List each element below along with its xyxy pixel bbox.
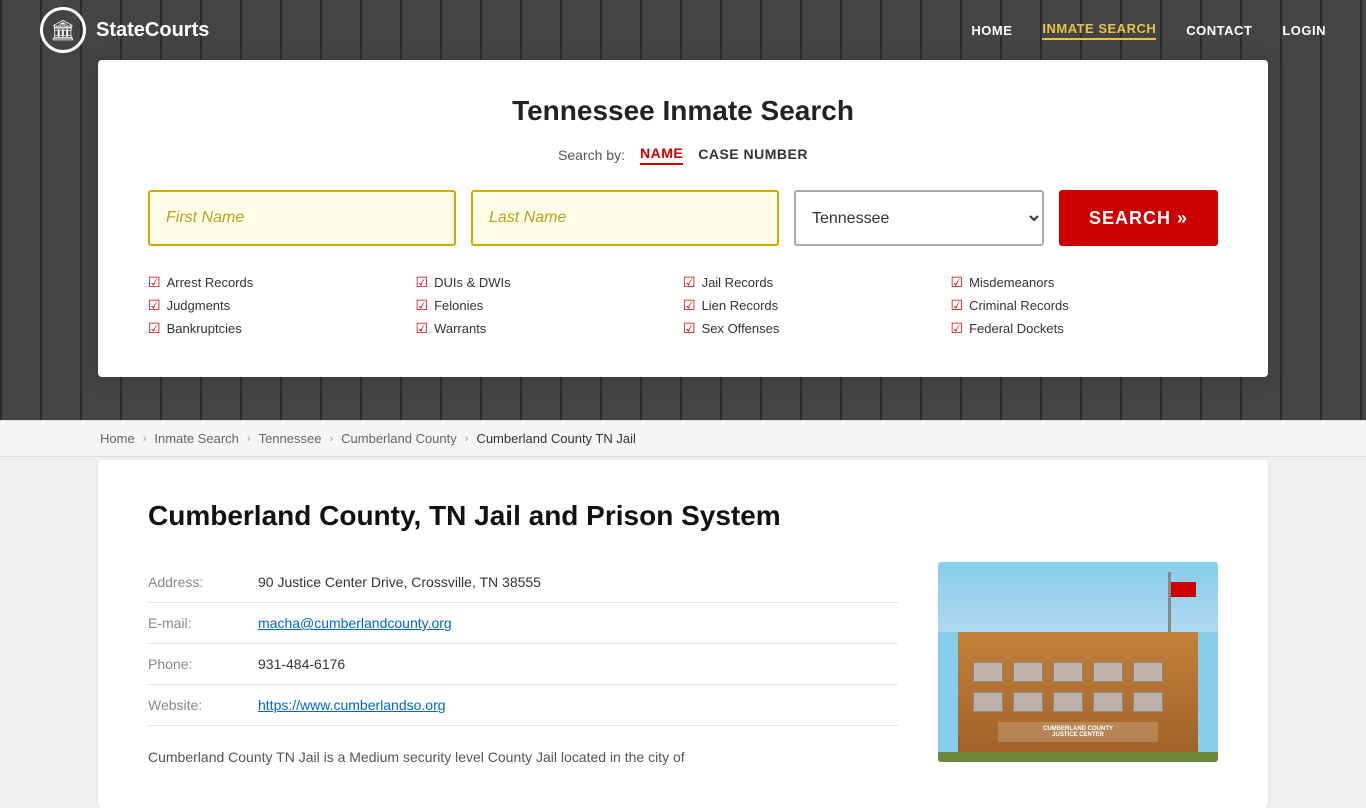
description-text: Cumberland County TN Jail is a Medium se… (148, 746, 898, 768)
breadcrumb-current: Cumberland County TN Jail (476, 431, 635, 446)
breadcrumb-sep-4: › (465, 433, 469, 445)
check-icon: ☑ (416, 274, 429, 291)
search-button[interactable]: SEARCH » (1059, 190, 1218, 246)
phone-label: Phone: (148, 656, 238, 672)
first-name-input[interactable] (148, 190, 456, 246)
breadcrumb-inmate-search[interactable]: Inmate Search (154, 431, 239, 446)
check-label: Criminal Records (969, 298, 1069, 313)
email-label: E-mail: (148, 615, 238, 631)
breadcrumb-sep-1: › (143, 433, 147, 445)
check-label: Felonies (434, 298, 483, 313)
nav-login[interactable]: LOGIN (1282, 23, 1326, 38)
check-label: Warrants (434, 321, 486, 336)
info-website: Website: https://www.cumberlandso.org (148, 685, 898, 726)
tab-case-number[interactable]: CASE NUMBER (698, 146, 808, 164)
check-label: Judgments (167, 298, 231, 313)
info-address: Address: 90 Justice Center Drive, Crossv… (148, 562, 898, 603)
check-criminal-records: ☑ Criminal Records (951, 297, 1219, 314)
check-label: Jail Records (702, 275, 774, 290)
email-link[interactable]: macha@cumberlandcounty.org (258, 615, 452, 631)
breadcrumb-home[interactable]: Home (100, 431, 135, 446)
check-label: Sex Offenses (702, 321, 780, 336)
check-icon: ☑ (148, 274, 161, 291)
nav-home[interactable]: HOME (971, 23, 1012, 38)
checkboxes-grid: ☑ Arrest Records ☑ DUIs & DWIs ☑ Jail Re… (148, 274, 1218, 337)
tab-name[interactable]: NAME (640, 145, 683, 165)
breadcrumb-tennessee[interactable]: Tennessee (259, 431, 322, 446)
site-name: StateCourts (96, 19, 209, 42)
check-label: Arrest Records (167, 275, 254, 290)
website-link[interactable]: https://www.cumberlandso.org (258, 697, 446, 713)
logo-icon: 🏛 (40, 7, 86, 53)
jail-image: CUMBERLAND COUNTYJUSTICE CENTER (938, 562, 1218, 762)
check-misdemeanors: ☑ Misdemeanors (951, 274, 1219, 291)
breadcrumb: Home › Inmate Search › Tennessee › Cumbe… (0, 420, 1366, 457)
check-icon: ☑ (951, 320, 964, 337)
check-icon: ☑ (148, 320, 161, 337)
content-body: Address: 90 Justice Center Drive, Crossv… (148, 562, 1218, 768)
nav-contact[interactable]: CONTACT (1186, 23, 1252, 38)
website-label: Website: (148, 697, 238, 713)
site-header: 🏛 StateCourts HOME INMATE SEARCH CONTACT… (0, 0, 1366, 60)
check-duis: ☑ DUIs & DWIs (416, 274, 684, 291)
check-felonies: ☑ Felonies (416, 297, 684, 314)
state-select[interactable]: Tennessee Alabama Alaska Arizona Califor… (794, 190, 1044, 246)
check-judgments: ☑ Judgments (148, 297, 416, 314)
check-label: Bankruptcies (167, 321, 242, 336)
check-label: Federal Dockets (969, 321, 1064, 336)
check-federal-dockets: ☑ Federal Dockets (951, 320, 1219, 337)
search-card: Tennessee Inmate Search Search by: NAME … (98, 60, 1268, 377)
info-phone: Phone: 931-484-6176 (148, 644, 898, 685)
search-inputs-row: Tennessee Alabama Alaska Arizona Califor… (148, 190, 1218, 246)
logo[interactable]: 🏛 StateCourts (40, 7, 209, 53)
check-icon: ☑ (148, 297, 161, 314)
check-lien-records: ☑ Lien Records (683, 297, 951, 314)
check-warrants: ☑ Warrants (416, 320, 684, 337)
content-title: Cumberland County, TN Jail and Prison Sy… (148, 500, 1218, 532)
last-name-input[interactable] (471, 190, 779, 246)
breadcrumb-cumberland-county[interactable]: Cumberland County (341, 431, 457, 446)
check-jail-records: ☑ Jail Records (683, 274, 951, 291)
address-value: 90 Justice Center Drive, Crossville, TN … (258, 574, 541, 590)
check-label: DUIs & DWIs (434, 275, 511, 290)
check-bankruptcies: ☑ Bankruptcies (148, 320, 416, 337)
main-nav: HOME INMATE SEARCH CONTACT LOGIN (971, 21, 1326, 40)
check-icon: ☑ (683, 320, 696, 337)
search-title: Tennessee Inmate Search (148, 95, 1218, 127)
phone-value: 931-484-6176 (258, 656, 345, 672)
address-label: Address: (148, 574, 238, 590)
search-by-label: Search by: (558, 147, 625, 163)
search-by-row: Search by: NAME CASE NUMBER (148, 145, 1218, 165)
check-icon: ☑ (683, 297, 696, 314)
check-arrest-records: ☑ Arrest Records (148, 274, 416, 291)
check-icon: ☑ (951, 297, 964, 314)
check-label: Lien Records (702, 298, 779, 313)
check-icon: ☑ (683, 274, 696, 291)
info-email: E-mail: macha@cumberlandcounty.org (148, 603, 898, 644)
breadcrumb-sep-3: › (329, 433, 333, 445)
check-label: Misdemeanors (969, 275, 1054, 290)
check-icon: ☑ (416, 297, 429, 314)
breadcrumb-sep-2: › (247, 433, 251, 445)
nav-inmate-search[interactable]: INMATE SEARCH (1042, 21, 1156, 40)
check-sex-offenses: ☑ Sex Offenses (683, 320, 951, 337)
check-icon: ☑ (416, 320, 429, 337)
content-right: CUMBERLAND COUNTYJUSTICE CENTER (938, 562, 1218, 762)
content-left: Address: 90 Justice Center Drive, Crossv… (148, 562, 898, 768)
check-icon: ☑ (951, 274, 964, 291)
content-area: Cumberland County, TN Jail and Prison Sy… (98, 460, 1268, 808)
